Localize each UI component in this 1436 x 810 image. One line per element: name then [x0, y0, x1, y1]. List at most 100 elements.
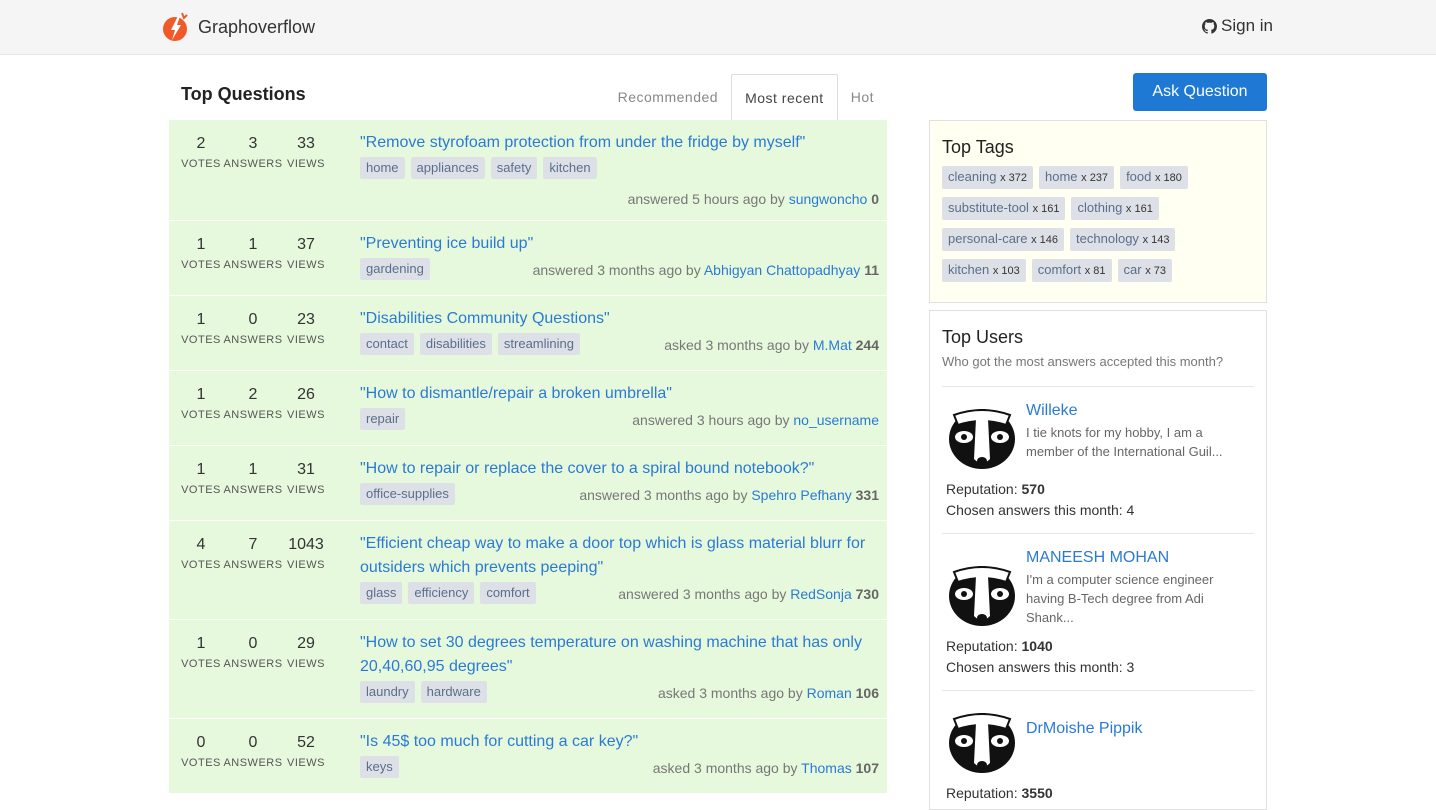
tag-link[interactable]: safety — [490, 157, 538, 179]
tab-recommended[interactable]: Recommended — [605, 74, 731, 120]
tag-count: x 143 — [1142, 234, 1170, 246]
top-tag[interactable]: home x 237 — [1038, 166, 1115, 189]
top-tag[interactable]: technology x 143 — [1070, 228, 1176, 251]
answers-label: ANSWERS — [223, 158, 283, 170]
user-name-link[interactable]: Willeke — [1026, 401, 1236, 421]
tag-link[interactable]: disabilities — [419, 333, 492, 355]
user-bio: I'm a computer science engineer having B… — [1026, 572, 1214, 625]
tag-name: technology — [1076, 231, 1139, 246]
question-title-link[interactable]: "How to repair or replace the cover to a… — [360, 457, 878, 481]
tag-count: x 180 — [1155, 172, 1182, 184]
question-title-link[interactable]: "Efficient cheap way to make a door top … — [360, 532, 878, 580]
question-title-link[interactable]: "How to dismantle/repair a broken umbrel… — [360, 382, 878, 406]
badger-avatar-icon[interactable] — [946, 401, 1018, 473]
question-title-link[interactable]: "How to set 30 degrees temperature on wa… — [360, 631, 878, 679]
user-link[interactable]: no_username — [793, 412, 879, 428]
chosen-label: Chosen answers this month: — [946, 659, 1123, 675]
views-count: 31 — [297, 461, 315, 478]
page-title: Top Questions — [181, 84, 306, 104]
answers-count: 7 — [248, 536, 258, 553]
badger-avatar-icon[interactable] — [946, 705, 1018, 777]
tag-count: x 372 — [1000, 172, 1027, 184]
activity-text: answered 3 months ago by — [532, 262, 701, 278]
tag-link[interactable]: comfort — [480, 582, 536, 604]
tab-hot[interactable]: Hot — [838, 74, 887, 120]
top-tag[interactable]: kitchen x 103 — [942, 259, 1026, 282]
chosen-label: Chosen answers this month: — [946, 502, 1123, 518]
tag-link[interactable]: repair — [360, 408, 406, 430]
tag-name: home — [1044, 169, 1078, 184]
tag-link[interactable]: laundry — [360, 681, 415, 703]
question-row: 0 VOTES 0 ANSWERS 52 VIEWS "Is 45$ too much… — [169, 719, 887, 794]
question-list: 2 VOTES 3 ANSWERS 33 VIEWS "Remove styrofoa… — [169, 120, 887, 794]
user-link[interactable]: M.Mat — [813, 337, 852, 353]
signin-label: Sign in — [1221, 16, 1273, 35]
top-tag[interactable]: cleaning x 372 — [942, 166, 1033, 189]
top-tag[interactable]: substitute-tool x 161 — [942, 197, 1066, 220]
top-tag[interactable]: personal-care x 146 — [942, 228, 1065, 251]
votes-count: 1 — [196, 311, 206, 328]
user-link[interactable]: sungwoncho — [789, 191, 868, 207]
question-stats: 0 VOTES 0 ANSWERS 52 VIEWS — [181, 733, 327, 769]
question-title-link[interactable]: "Remove styrofoam protection from under … — [360, 131, 878, 155]
signin-link[interactable]: Sign in — [1202, 16, 1273, 36]
tag-link[interactable]: kitchen — [543, 157, 597, 179]
question-stats: 1 VOTES 2 ANSWERS 26 VIEWS — [181, 385, 327, 421]
user-link[interactable]: Thomas — [801, 760, 852, 776]
tag-link[interactable]: efficiency — [408, 582, 475, 604]
votes-label: VOTES — [181, 409, 221, 421]
activity-text: answered 3 months ago by — [579, 487, 748, 503]
question-row: 4 VOTES 7 ANSWERS 1043 VIEWS "Efficient che… — [169, 521, 887, 620]
user-reputation: 106 — [855, 685, 879, 701]
answers-count: 3 — [248, 135, 258, 152]
tag-link[interactable]: contact — [360, 333, 414, 355]
ask-question-button[interactable]: Ask Question — [1133, 73, 1267, 111]
user-name-link[interactable]: DrMoishe Pippik — [1026, 719, 1142, 739]
question-title-link[interactable]: "Is 45$ too much for cutting a car key?" — [360, 730, 878, 754]
tag-link[interactable]: office-supplies — [360, 483, 455, 505]
top-tag[interactable]: food x 180 — [1120, 166, 1188, 189]
brand-link[interactable]: Graphoverflow — [162, 12, 315, 42]
user-name-link[interactable]: MANEESH MOHAN — [1026, 548, 1236, 568]
answers-count: 0 — [248, 734, 258, 751]
heading-row: Top Questions Recommended Most recent Ho… — [169, 73, 887, 120]
views-count: 1043 — [288, 536, 324, 553]
question-row: 1 VOTES 1 ANSWERS 31 VIEWS "How to repair o… — [169, 446, 887, 521]
question-title-link[interactable]: "Preventing ice build up" — [360, 232, 878, 256]
user-reputation: 11 — [864, 262, 879, 278]
user-link[interactable]: Spehro Pefhany — [751, 487, 851, 503]
main-column: Top Questions Recommended Most recent Ho… — [169, 73, 887, 794]
views-count: 23 — [297, 311, 315, 328]
tag-link[interactable]: gardening — [360, 258, 430, 280]
tag-link[interactable]: keys — [360, 756, 399, 778]
tag-count: x 161 — [1125, 203, 1153, 215]
answers-count: 0 — [248, 311, 258, 328]
tag-link[interactable]: glass — [360, 582, 403, 604]
user-link[interactable]: Roman — [807, 685, 852, 701]
tab-most-recent[interactable]: Most recent — [731, 74, 838, 120]
question-meta: answered 3 months ago by Abhigyan Chatto… — [533, 262, 879, 278]
top-tag[interactable]: comfort x 81 — [1031, 259, 1112, 282]
user-reputation: 730 — [855, 586, 879, 602]
question-title-link[interactable]: "Disabilities Community Questions" — [360, 307, 878, 331]
tag-count: x 81 — [1084, 265, 1106, 277]
tag-link[interactable]: streamlining — [497, 333, 580, 355]
user-link[interactable]: RedSonja — [790, 586, 852, 602]
top-tag[interactable]: car x 73 — [1117, 259, 1172, 282]
tag-link[interactable]: hardware — [420, 681, 487, 703]
top-tags-panel: Top Tags cleaning x 372 home x 237 food … — [929, 120, 1267, 303]
user-chosen-line: Chosen answers this month: 3 — [946, 657, 1250, 678]
views-label: VIEWS — [287, 658, 325, 670]
views-label: VIEWS — [287, 259, 325, 271]
votes-label: VOTES — [181, 259, 221, 271]
question-row: 1 VOTES 0 ANSWERS 29 VIEWS "How to set 30 d… — [169, 620, 887, 719]
tag-link[interactable]: home — [360, 157, 405, 179]
top-tag[interactable]: clothing x 161 — [1071, 197, 1159, 220]
reputation-value: 1040 — [1021, 638, 1053, 654]
badger-avatar-icon[interactable] — [946, 558, 1018, 630]
user-link[interactable]: Abhigyan Chattopadhyay — [704, 262, 860, 278]
user-reputation-line: Reputation: 3550 — [946, 783, 1250, 804]
tag-link[interactable]: appliances — [410, 157, 485, 179]
user-chosen-line: Chosen answers this month: 4 — [946, 500, 1250, 521]
question-meta: answered 3 months ago by Spehro Pefhany … — [579, 487, 879, 503]
